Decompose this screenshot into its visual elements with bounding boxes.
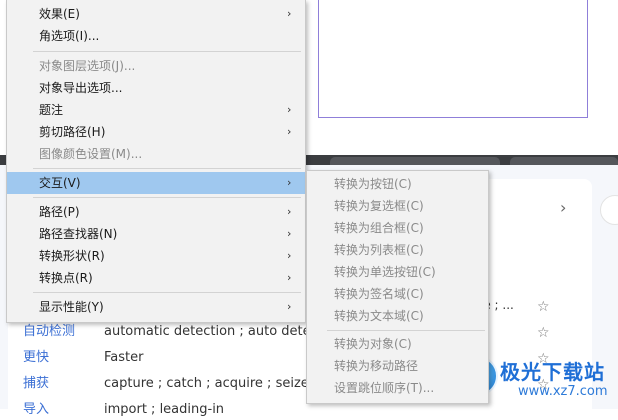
menu-item-label: 对象图层选项(J)...: [39, 59, 136, 73]
menu-item-label: 路径查找器(N): [39, 227, 118, 241]
submenu-item-label: 转换为按钮(C): [334, 177, 412, 191]
menu-item-label: 效果(E): [39, 7, 80, 21]
chevron-right-icon: ›: [287, 300, 292, 313]
submenu-item-label: 转换为组合框(C): [334, 221, 424, 235]
menu-item-label: 交互(V): [39, 176, 81, 190]
chevron-right-icon: ›: [287, 205, 292, 218]
menu-item-convert-point[interactable]: 转换点(R) ›: [7, 267, 305, 289]
chevron-right-icon: ›: [287, 249, 292, 262]
menu-item-effects[interactable]: 效果(E) ›: [7, 3, 305, 25]
artboard[interactable]: [318, 0, 588, 118]
dictionary-term[interactable]: 自动检测: [23, 322, 104, 342]
submenu-item-convert-to-text-field[interactable]: 转换为文本域(C): [307, 305, 488, 327]
submenu-item-label: 转换为列表框(C): [334, 243, 424, 257]
chevron-right-icon: ›: [287, 227, 292, 240]
menu-item-corner-options[interactable]: 角选项(I)...: [7, 25, 305, 47]
submenu-item-label: 转换为对象(C): [334, 337, 412, 351]
submenu-item-convert-to-signature-field[interactable]: 转换为签名域(C): [307, 283, 488, 305]
menu-item-captions[interactable]: 题注 ›: [7, 99, 305, 121]
menu-item-label: 角选项(I)...: [39, 29, 100, 43]
star-icon[interactable]: ☆: [537, 326, 551, 340]
submenu-item-label: 设置跳位顺序(T)...: [334, 381, 435, 395]
menu-item-label: 路径(P): [39, 205, 80, 219]
dictionary-translation: import ; leading-in: [104, 402, 225, 417]
submenu-item-convert-to-motion-path[interactable]: 转换为移动路径: [307, 355, 488, 377]
menu-item-object-layer-options[interactable]: 对象图层选项(J)...: [7, 55, 305, 77]
menu-item-label: 图像颜色设置(M)...: [39, 147, 143, 161]
menu-separator: [327, 330, 485, 331]
menu-item-display-performance[interactable]: 显示性能(Y) ›: [7, 296, 305, 318]
menu-item-label: 对象导出选项...: [39, 81, 123, 95]
submenu-item-label: 转换为文本域(C): [334, 309, 424, 323]
submenu-item-convert-to-combobox[interactable]: 转换为组合框(C): [307, 217, 488, 239]
submenu-item-convert-to-listbox[interactable]: 转换为列表框(C): [307, 239, 488, 261]
menu-item-interactive[interactable]: 交互(V) ›: [7, 172, 305, 194]
submenu-item-label: 转换为单选按钮(C): [334, 265, 436, 279]
submenu-item-set-tab-order[interactable]: 设置跳位顺序(T)...: [307, 377, 488, 399]
dictionary-term[interactable]: 导入: [23, 400, 104, 420]
menu-item-label: 转换点(R): [39, 271, 93, 285]
dictionary-translation: Faster: [104, 350, 144, 365]
interactive-submenu: 转换为按钮(C) 转换为复选框(C) 转换为组合框(C) 转换为列表框(C) 转…: [306, 170, 489, 404]
dictionary-row[interactable]: 自动检测 automatic detection ; auto detec: [23, 322, 318, 342]
menu-item-paths[interactable]: 路径(P) ›: [7, 201, 305, 223]
menu-separator: [33, 51, 301, 52]
browser-tab[interactable]: [510, 157, 618, 165]
chevron-right-icon: ›: [287, 271, 292, 284]
submenu-item-label: 转换为复选框(C): [334, 199, 424, 213]
menu-item-object-export-options[interactable]: 对象导出选项...: [7, 77, 305, 99]
dictionary-row[interactable]: 导入 import ; leading-in: [23, 400, 224, 420]
menu-item-image-color-settings[interactable]: 图像颜色设置(M)...: [7, 143, 305, 165]
submenu-item-convert-to-radio-button[interactable]: 转换为单选按钮(C): [307, 261, 488, 283]
dictionary-term[interactable]: 更快: [23, 348, 104, 368]
chevron-right-icon: ›: [287, 7, 292, 20]
menu-item-label: 显示性能(Y): [39, 300, 104, 314]
dictionary-term[interactable]: 捕获: [23, 374, 104, 394]
watermark-url: www.xz7.com: [518, 384, 608, 399]
object-context-menu: 效果(E) › 角选项(I)... 对象图层选项(J)... 对象导出选项...…: [6, 0, 306, 323]
menu-item-label: 转换形状(R): [39, 249, 105, 263]
submenu-item-convert-to-button[interactable]: 转换为按钮(C): [307, 173, 488, 195]
menu-item-clipping-path[interactable]: 剪切路径(H) ›: [7, 121, 305, 143]
submenu-item-label: 转换为移动路径: [334, 359, 419, 373]
menu-separator: [33, 292, 301, 293]
submenu-item-convert-to-object[interactable]: 转换为对象(C): [307, 333, 488, 355]
star-icon[interactable]: ☆: [537, 300, 551, 314]
dictionary-translation: automatic detection ; auto detec: [104, 324, 318, 339]
menu-item-label: 题注: [39, 103, 64, 117]
browser-tab[interactable]: [330, 157, 500, 165]
submenu-item-convert-to-checkbox[interactable]: 转换为复选框(C): [307, 195, 488, 217]
menu-separator: [33, 197, 301, 198]
chevron-right-icon: ›: [287, 176, 292, 189]
dictionary-row[interactable]: 捕获 capture ; catch ; acquire ; seize ; su…: [23, 374, 344, 394]
menu-separator: [33, 168, 301, 169]
menu-item-pathfinder[interactable]: 路径查找器(N) ›: [7, 223, 305, 245]
menu-item-convert-shape[interactable]: 转换形状(R) ›: [7, 245, 305, 267]
chevron-right-icon: ›: [287, 125, 292, 138]
chevron-right-icon[interactable]: ›: [560, 199, 578, 217]
watermark-title: 极光下载站: [500, 360, 605, 384]
chevron-right-icon: ›: [287, 103, 292, 116]
menu-item-label: 剪切路径(H): [39, 125, 106, 139]
submenu-item-label: 转换为签名域(C): [334, 287, 424, 301]
dictionary-row[interactable]: 更快 Faster: [23, 348, 143, 368]
